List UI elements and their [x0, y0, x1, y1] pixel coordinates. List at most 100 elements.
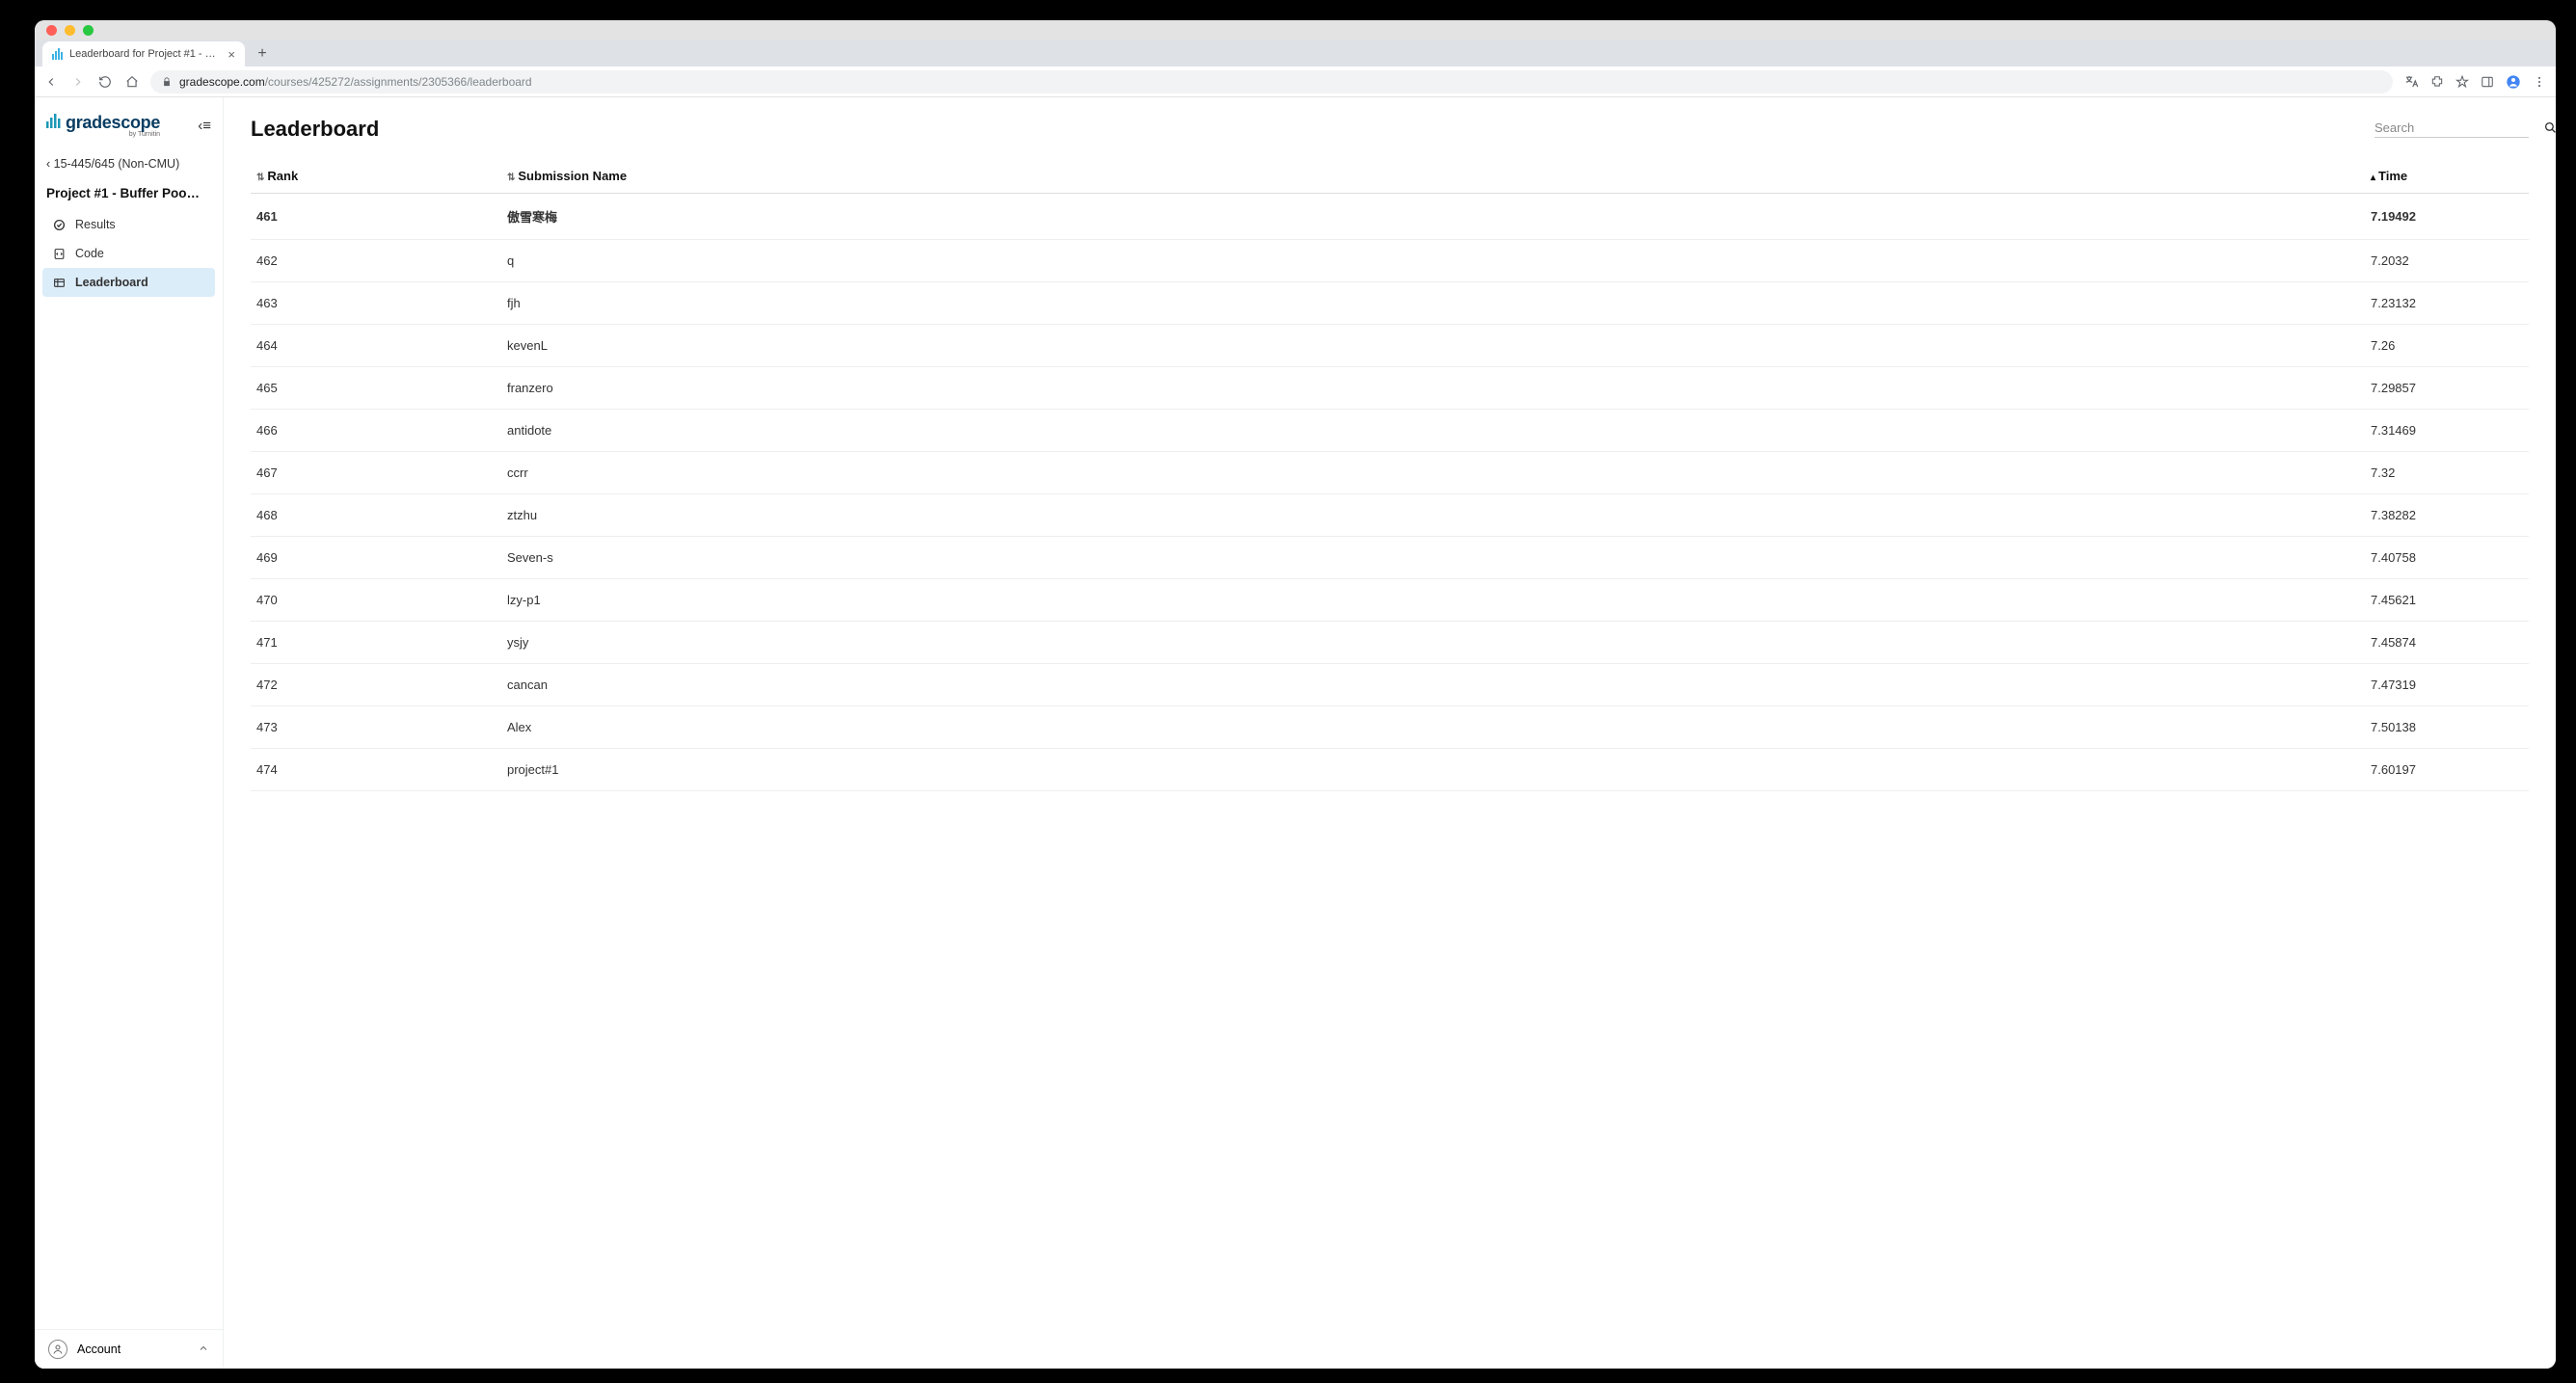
- column-label: Time: [2378, 169, 2407, 183]
- cell-rank: 473: [251, 706, 501, 749]
- bars-icon: [46, 113, 62, 133]
- sidebar-item-code[interactable]: Code: [42, 239, 215, 268]
- logo-text: gradescope: [66, 113, 160, 132]
- sort-asc-icon: ▴: [2371, 173, 2375, 183]
- table-row[interactable]: 471ysjy7.45874: [251, 622, 2529, 664]
- tab-bar: Leaderboard for Project #1 - B… × +: [35, 40, 2556, 66]
- cell-name: antidote: [501, 410, 2365, 452]
- cell-time: 7.60197: [2365, 749, 2529, 791]
- cell-rank: 465: [251, 367, 501, 410]
- cell-name: ccrr: [501, 452, 2365, 494]
- cell-time: 7.45621: [2365, 579, 2529, 622]
- cell-rank: 470: [251, 579, 501, 622]
- cell-name: fjh: [501, 282, 2365, 325]
- cell-time: 7.31469: [2365, 410, 2529, 452]
- sidebar-item-leaderboard[interactable]: Leaderboard: [42, 268, 215, 297]
- forward-button[interactable]: [71, 75, 85, 89]
- side-panel-icon[interactable]: [2481, 75, 2494, 89]
- table-row[interactable]: 473Alex7.50138: [251, 706, 2529, 749]
- cell-rank: 472: [251, 664, 501, 706]
- cell-time: 7.40758: [2365, 537, 2529, 579]
- cell-name: 傲雪寒梅: [501, 194, 2365, 240]
- address-bar: gradescope.com/courses/425272/assignment…: [35, 66, 2556, 97]
- account-label: Account: [77, 1343, 121, 1356]
- sidebar-header: gradescope by Turnitin ‹≡: [35, 97, 223, 146]
- home-button[interactable]: [125, 75, 139, 89]
- cell-time: 7.50138: [2365, 706, 2529, 749]
- lock-icon: [162, 76, 172, 88]
- checkmark-icon: [52, 219, 66, 231]
- sidebar-item-label: Code: [75, 247, 104, 260]
- url-path: /courses/425272/assignments/2305366/lead…: [265, 75, 532, 89]
- cell-name: franzero: [501, 367, 2365, 410]
- cell-time: 7.23132: [2365, 282, 2529, 325]
- account-menu[interactable]: Account: [35, 1329, 223, 1369]
- cell-time: 7.38282: [2365, 494, 2529, 537]
- close-tab-icon[interactable]: ×: [228, 47, 235, 62]
- page-content: gradescope by Turnitin ‹≡ 15-445/645 (No…: [35, 97, 2556, 1369]
- logo-byline: by Turnitin: [66, 131, 160, 138]
- cell-rank: 469: [251, 537, 501, 579]
- gradescope-favicon-icon: [52, 48, 64, 60]
- column-label: Rank: [267, 169, 298, 183]
- cell-name: q: [501, 240, 2365, 282]
- sidebar-item-label: Leaderboard: [75, 276, 148, 289]
- nav-buttons: [44, 75, 139, 89]
- table-row[interactable]: 465franzero7.29857: [251, 367, 2529, 410]
- window-controls: [46, 25, 94, 36]
- table-row[interactable]: 462q7.2032: [251, 240, 2529, 282]
- cell-name: ztzhu: [501, 494, 2365, 537]
- minimize-window-button[interactable]: [65, 25, 75, 36]
- browser-right-icons: [2404, 74, 2546, 90]
- table-row[interactable]: 468ztzhu7.38282: [251, 494, 2529, 537]
- code-icon: [52, 248, 66, 260]
- cell-rank: 461: [251, 194, 501, 240]
- table-row[interactable]: 469Seven-s7.40758: [251, 537, 2529, 579]
- column-header-rank[interactable]: ⇅Rank: [251, 159, 501, 194]
- sidebar-item-results[interactable]: Results: [42, 210, 215, 239]
- gradescope-logo[interactable]: gradescope by Turnitin: [46, 113, 160, 138]
- table-row[interactable]: 463fjh7.23132: [251, 282, 2529, 325]
- maximize-window-button[interactable]: [83, 25, 94, 36]
- cell-rank: 468: [251, 494, 501, 537]
- profile-icon[interactable]: [2506, 74, 2521, 90]
- table-row[interactable]: 474project#17.60197: [251, 749, 2529, 791]
- star-icon[interactable]: [2455, 75, 2469, 89]
- table-row[interactable]: 470lzy-p17.45621: [251, 579, 2529, 622]
- table-row[interactable]: 466antidote7.31469: [251, 410, 2529, 452]
- url-bar[interactable]: gradescope.com/courses/425272/assignment…: [150, 70, 2393, 93]
- breadcrumb-label: 15-445/645 (Non-CMU): [54, 157, 180, 171]
- browser-tab[interactable]: Leaderboard for Project #1 - B… ×: [42, 41, 245, 66]
- search-icon[interactable]: [2544, 121, 2556, 134]
- table-row[interactable]: 464kevenL7.26: [251, 325, 2529, 367]
- table-row[interactable]: 467ccrr7.32: [251, 452, 2529, 494]
- search-input[interactable]: [2375, 120, 2544, 135]
- course-breadcrumb[interactable]: 15-445/645 (Non-CMU): [35, 146, 223, 176]
- back-button[interactable]: [44, 75, 58, 89]
- cell-name: kevenL: [501, 325, 2365, 367]
- main-header: Leaderboard: [251, 117, 2529, 142]
- cell-time: 7.19492: [2365, 194, 2529, 240]
- column-header-time[interactable]: ▴Time: [2365, 159, 2529, 194]
- reload-button[interactable]: [98, 75, 112, 89]
- url-text: gradescope.com/courses/425272/assignment…: [179, 75, 532, 89]
- collapse-sidebar-button[interactable]: ‹≡: [198, 118, 211, 134]
- sidebar: gradescope by Turnitin ‹≡ 15-445/645 (No…: [35, 97, 224, 1369]
- cell-rank: 462: [251, 240, 501, 282]
- cell-rank: 467: [251, 452, 501, 494]
- column-header-name[interactable]: ⇅Submission Name: [501, 159, 2365, 194]
- table-row[interactable]: 472cancan7.47319: [251, 664, 2529, 706]
- menu-icon[interactable]: [2533, 75, 2546, 89]
- table-header-row: ⇅Rank ⇅Submission Name ▴Time: [251, 159, 2529, 194]
- cell-name: Seven-s: [501, 537, 2365, 579]
- table-row[interactable]: 461傲雪寒梅7.19492: [251, 194, 2529, 240]
- new-tab-button[interactable]: +: [251, 42, 274, 66]
- extension-icon[interactable]: [2430, 75, 2444, 89]
- page-title: Leaderboard: [251, 117, 379, 142]
- cell-name: cancan: [501, 664, 2365, 706]
- cell-name: project#1: [501, 749, 2365, 791]
- sort-icon: ⇅: [256, 173, 264, 183]
- translate-icon[interactable]: [2404, 74, 2419, 89]
- table-icon: [52, 277, 66, 289]
- close-window-button[interactable]: [46, 25, 57, 36]
